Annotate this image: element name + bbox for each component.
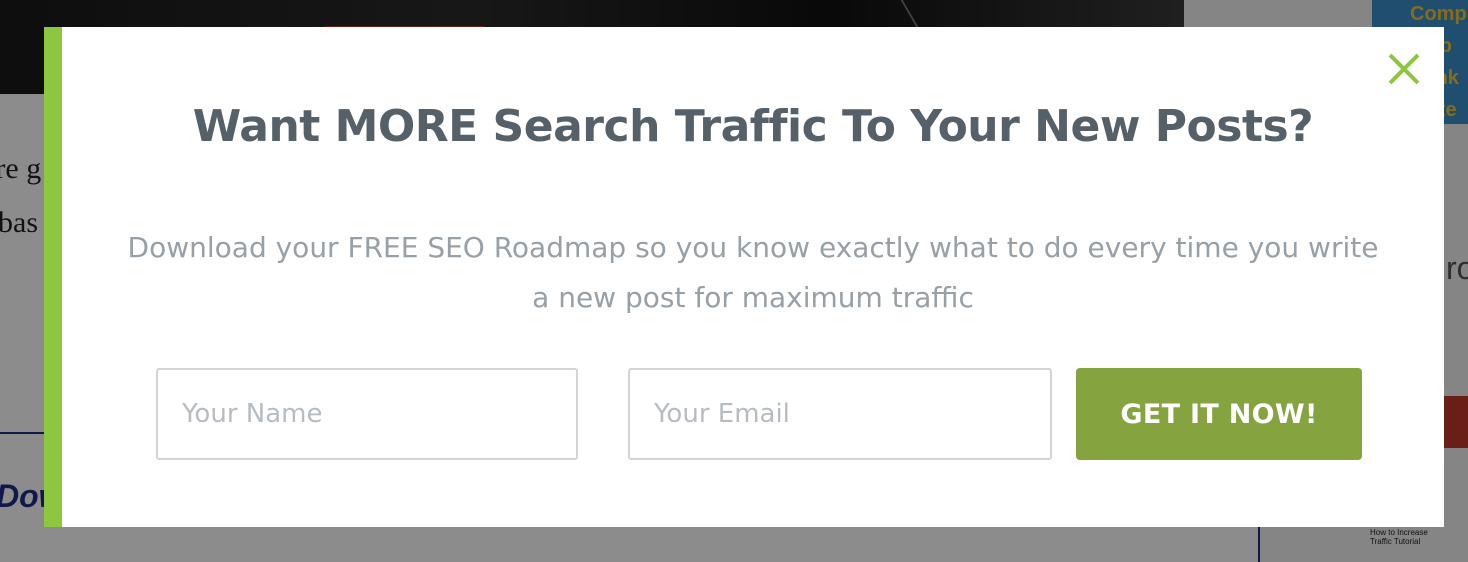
modal-headline: Want MORE Search Traffic To Your New Pos… xyxy=(192,101,1314,152)
get-it-now-button[interactable]: GET IT NOW! xyxy=(1076,368,1362,460)
optin-modal: Want MORE Search Traffic To Your New Pos… xyxy=(44,27,1444,527)
close-button[interactable] xyxy=(1384,49,1424,89)
name-input[interactable] xyxy=(156,368,578,460)
modal-subheadline: Download your FREE SEO Roadmap so you kn… xyxy=(127,231,1379,314)
email-input[interactable] xyxy=(628,368,1052,460)
close-icon xyxy=(1388,53,1420,85)
